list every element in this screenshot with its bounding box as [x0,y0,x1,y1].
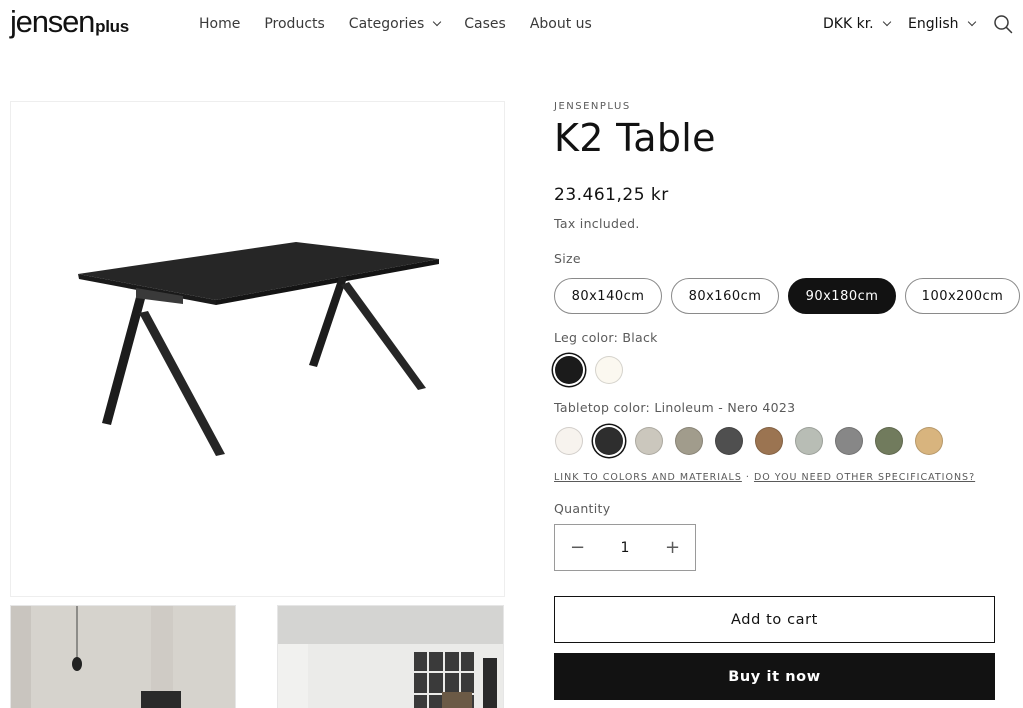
product-price: 23.461,25 kr [554,185,669,205]
quantity-label: Quantity [554,501,611,516]
nav-products-label: Products [264,16,325,32]
size-option-100x200[interactable]: 100x200cm [905,278,1020,314]
product-main-image[interactable] [10,101,505,597]
logo[interactable]: JENSEN plus [10,4,129,39]
tabletop-color-swatch-5[interactable] [715,427,743,455]
table-image [78,242,439,456]
chevron-down-icon [967,17,976,27]
site-header: JENSEN plus Home Products Categories Cas… [0,0,1023,48]
quantity-increase-button[interactable]: + [650,525,695,570]
language-label: English [908,16,959,32]
leg-color-swatch-2[interactable] [595,356,623,384]
nav-cases-label: Cases [464,16,506,32]
tabletop-color-swatch-1[interactable] [555,427,583,455]
product-thumbnail-2[interactable] [277,605,504,708]
logo-main: JENSEN [10,4,95,39]
tabletop-color-swatch-7[interactable] [795,427,823,455]
product-title: K2 Table [554,116,716,160]
tabletop-color-swatch-6[interactable] [755,427,783,455]
specifications-link[interactable]: DO YOU NEED OTHER SPECIFICATIONS? [754,472,975,483]
tabletop-color-swatch-4[interactable] [675,427,703,455]
nav-about-label: About us [529,16,592,32]
currency-label: DKK kr. [823,16,874,32]
nav-categories[interactable]: Categories [348,16,442,32]
chevron-down-icon [882,17,891,27]
product-vendor: JENSENPLUS [554,101,631,112]
info-links: LINK TO COLORS AND MATERIALS · DO YOU NE… [554,472,975,483]
size-option-80x160[interactable]: 80x160cm [671,278,779,314]
tabletop-color-swatch-8[interactable] [835,427,863,455]
nav-cases[interactable]: Cases [464,16,506,32]
nav-categories-label: Categories [348,16,425,32]
leg-color-swatch-1[interactable] [555,356,583,384]
tabletop-color-swatch-3[interactable] [635,427,663,455]
buy-now-button[interactable]: Buy it now [554,653,995,700]
tabletop-color-swatch-9[interactable] [875,427,903,455]
main-nav: Home Products Categories Cases About us [199,16,616,32]
size-option-80x140[interactable]: 80x140cm [554,278,662,314]
tabletop-color-swatch-2[interactable] [595,427,623,455]
room-image-2 [278,606,503,708]
quantity-decrease-button[interactable]: − [555,525,600,570]
nav-home-label: Home [199,16,241,32]
nav-products[interactable]: Products [264,16,324,32]
links-separator: · [745,472,750,483]
currency-selector[interactable]: DKK kr. [823,16,891,32]
nav-about[interactable]: About us [530,16,592,32]
quantity-stepper: − 1 + [554,524,696,571]
product-thumbnail-1[interactable] [10,605,236,708]
size-label: Size [554,251,581,266]
tabletop-color-swatch-10[interactable] [915,427,943,455]
quantity-input[interactable]: 1 [600,540,650,556]
room-image-1 [11,606,235,708]
logo-sub: plus [95,17,129,36]
leg-color-label: Leg color: Black [554,330,658,345]
tax-note: Tax included. [554,216,640,231]
chevron-down-icon [433,17,442,27]
nav-home[interactable]: Home [199,16,240,32]
size-option-90x180[interactable]: 90x180cm [788,278,896,314]
language-selector[interactable]: English [908,16,976,32]
tabletop-color-label: Tabletop color: Linoleum - Nero 4023 [554,400,796,415]
colors-materials-link[interactable]: LINK TO COLORS AND MATERIALS [554,472,742,483]
search-icon[interactable] [993,14,1013,34]
add-to-cart-button[interactable]: Add to cart [554,596,995,643]
